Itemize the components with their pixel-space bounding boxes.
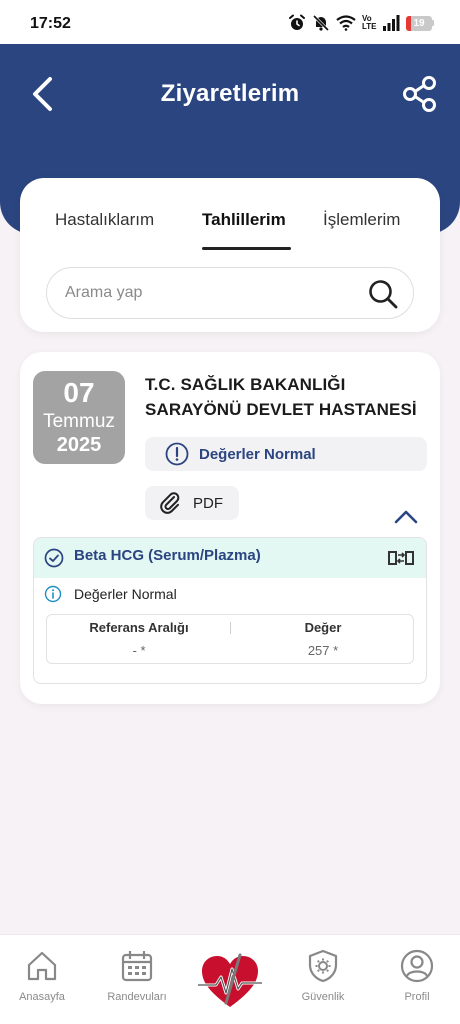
status-time: 17:52: [30, 15, 71, 32]
battery-icon: 19: [406, 15, 434, 31]
test-status-text: Değerler Normal: [74, 586, 177, 602]
nav-label-anasayfa: Anasayfa: [19, 991, 65, 1003]
date-badge: 07 Temmuz 2025: [33, 371, 125, 464]
tab-tahlillerim[interactable]: Tahlillerim: [202, 210, 286, 250]
active-tab-indicator: [202, 247, 291, 250]
share-icon: [403, 76, 436, 112]
bottom-nav: Anasayfa Randevuları Güvenlik Profil: [0, 934, 460, 1024]
nav-item-randevulari[interactable]: Randevuları: [97, 949, 177, 1003]
shield-gear-icon: [308, 949, 338, 983]
calendar-icon: [121, 951, 153, 982]
collapse-button[interactable]: [392, 506, 420, 528]
value-header: Değer: [304, 620, 342, 635]
info-icon: [165, 442, 189, 466]
check-circle-icon: [44, 548, 64, 568]
reference-range-column: Referans Aralığı - *: [47, 615, 231, 665]
nav-label-guvenlik: Güvenlik: [301, 991, 345, 1003]
page-title: Ziyaretlerim: [160, 80, 300, 107]
tab-islemlerim[interactable]: İşlemlerim: [323, 210, 400, 250]
nav-item-home-logo[interactable]: [196, 951, 264, 1011]
search-icon[interactable]: [367, 278, 399, 310]
test-name: Beta HCG (Serum/Plazma): [74, 547, 261, 564]
battery-level: 19: [413, 17, 425, 29]
date-year: 2025: [56, 434, 102, 456]
date-day: 07: [63, 377, 95, 408]
nav-item-profil[interactable]: Profil: [377, 949, 457, 1003]
wifi-icon: [336, 15, 356, 31]
visit-status-badge: Değerler Normal: [145, 437, 427, 471]
date-month: Temmuz: [43, 411, 115, 432]
tab-hastaliklarim[interactable]: Hastalıklarım: [55, 210, 154, 250]
search-input[interactable]: [65, 268, 355, 318]
reference-range-header: Referans Aralığı: [89, 620, 189, 635]
pdf-label: PDF: [193, 494, 223, 512]
status-bar: 17:52 Vo LTE 19: [0, 0, 460, 44]
visit-status-text: Değerler Normal: [199, 445, 316, 463]
tabs-card: Hastalıklarım Tahlillerim İşlemlerim: [20, 178, 440, 332]
chevron-up-icon: [394, 510, 418, 524]
nav-item-anasayfa[interactable]: Anasayfa: [2, 949, 82, 1003]
signal-icon: [383, 15, 400, 31]
test-header[interactable]: Beta HCG (Serum/Plazma): [34, 538, 426, 578]
alarm-icon: [289, 14, 305, 30]
nav-item-guvenlik[interactable]: Güvenlik: [283, 949, 363, 1003]
visit-card: 07 Temmuz 2025 T.C. SAĞLIK BAKANLIĞI SAR…: [20, 352, 440, 704]
reference-range-value: - *: [132, 643, 146, 658]
value-value: 257 *: [307, 643, 339, 658]
nav-label-randevulari: Randevuları: [107, 991, 167, 1003]
share-button[interactable]: [398, 72, 442, 116]
home-icon: [27, 951, 57, 981]
user-icon: [400, 949, 434, 983]
pdf-button[interactable]: PDF: [145, 486, 239, 520]
compare-icon[interactable]: [388, 548, 414, 568]
info-icon: [44, 585, 62, 603]
value-column: Değer 257 *: [231, 615, 415, 665]
nav-label-profil: Profil: [404, 991, 430, 1003]
e-nabiz-heart-logo: [198, 953, 262, 1007]
reference-table: Referans Aralığı - * Değer 257 *: [46, 614, 414, 664]
test-status: Değerler Normal: [44, 585, 177, 603]
search-box: [46, 267, 414, 319]
volte-icon: Vo LTE: [362, 14, 377, 31]
test-result-panel: Beta HCG (Serum/Plazma) Değerler Normal …: [33, 537, 427, 684]
status-icons: Vo LTE 19: [288, 14, 434, 32]
hospital-name: T.C. SAĞLIK BAKANLIĞI SARAYÖNÜ DEVLET HA…: [145, 375, 417, 419]
mute-icon: [312, 14, 330, 32]
tab-bar: Hastalıklarım Tahlillerim İşlemlerim: [20, 210, 440, 250]
paperclip-icon: [160, 492, 180, 514]
